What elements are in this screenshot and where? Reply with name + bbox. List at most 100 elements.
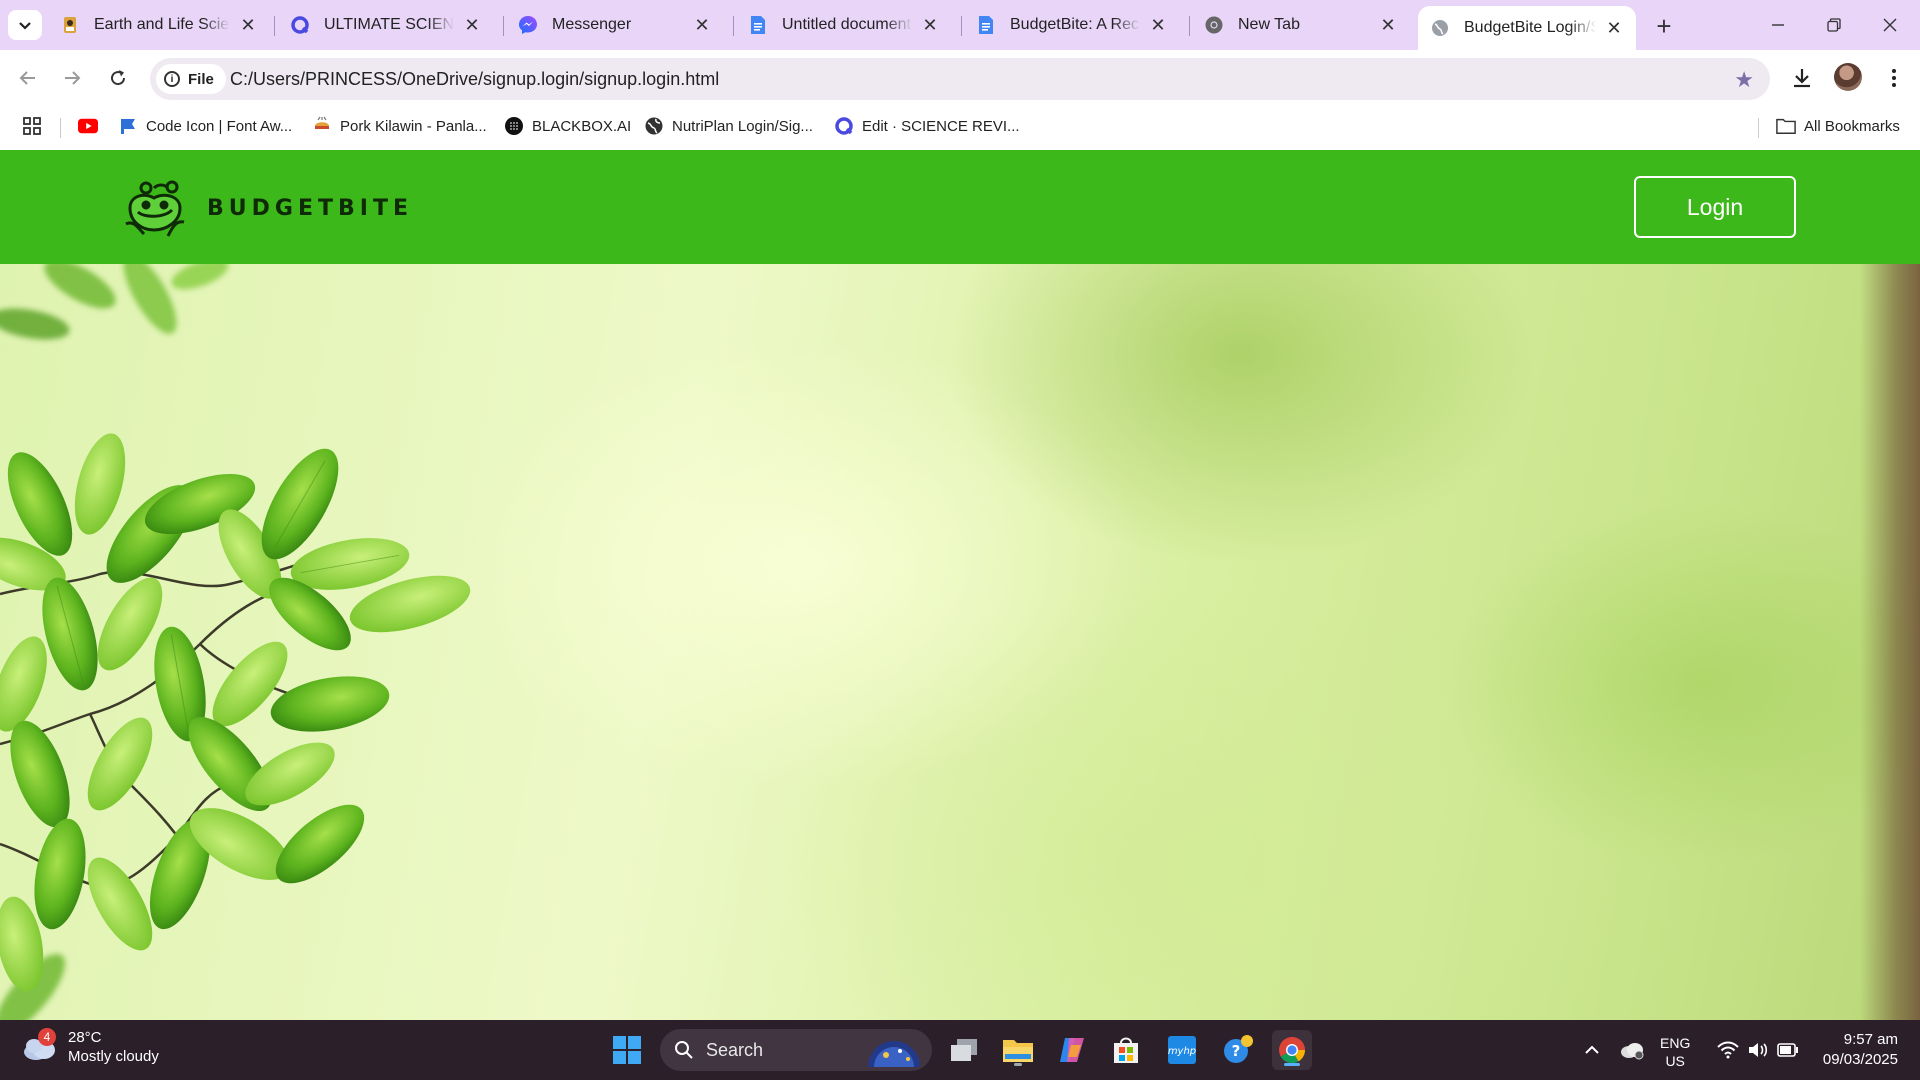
get-help-button[interactable]: ?	[1218, 1030, 1258, 1070]
address-bar[interactable]: i File C:/Users/PRINCESS/OneDrive/signup…	[150, 58, 1770, 100]
bookmark-label: Code Icon | Font Aw...	[146, 117, 293, 135]
close-tab-icon[interactable]: ✕	[238, 15, 258, 35]
onedrive-button[interactable]	[1614, 1030, 1650, 1070]
copilot-button[interactable]	[1052, 1030, 1092, 1070]
close-tab-icon[interactable]: ✕	[462, 15, 482, 35]
close-tab-icon[interactable]: ✕	[1604, 18, 1624, 38]
task-view-button[interactable]	[944, 1030, 984, 1070]
quick-settings-button[interactable]	[1708, 1030, 1808, 1070]
svg-text:myhp: myhp	[1168, 1046, 1196, 1057]
youtube-icon	[78, 116, 98, 136]
bookmark-pork-kilawin[interactable]: Pork Kilawin - Panla...	[312, 116, 487, 136]
bookmark-youtube[interactable]	[78, 116, 106, 136]
bookmark-nutriplan[interactable]: NutriPlan Login/Sig...	[644, 116, 813, 136]
brand-name: BUDGETBITE	[207, 196, 413, 221]
close-tab-icon[interactable]: ✕	[692, 15, 712, 35]
minimize-button[interactable]	[1758, 10, 1798, 40]
language-line2: US	[1665, 1053, 1685, 1069]
language-indicator[interactable]: ENG US	[1660, 1034, 1690, 1070]
bookmark-label: BLACKBOX.AI	[532, 117, 632, 135]
site-info-chip[interactable]: i File	[156, 64, 226, 94]
reload-button[interactable]	[102, 62, 134, 94]
hero-background	[0, 264, 1920, 1020]
file-explorer-button[interactable]	[998, 1030, 1038, 1070]
tab-search-button[interactable]	[8, 10, 42, 40]
leaves-illustration	[0, 264, 471, 1020]
apps-button[interactable]	[22, 116, 42, 136]
weather-widget[interactable]: 4 28°C Mostly cloudy	[22, 1028, 159, 1066]
tab-messenger[interactable]: Messenger ✕	[506, 6, 724, 44]
weather-condition: Mostly cloudy	[68, 1048, 159, 1065]
url-text[interactable]: C:/Users/PRINCESS/OneDrive/signup.login/…	[230, 69, 719, 90]
microsoft-store-button[interactable]	[1106, 1030, 1146, 1070]
wifi-icon	[1717, 1041, 1739, 1059]
scheme-label: File	[188, 70, 214, 88]
menu-button[interactable]	[1878, 62, 1910, 94]
tab-earth-life-science[interactable]: Earth and Life Science ✕	[48, 6, 270, 44]
close-window-button[interactable]	[1870, 10, 1910, 40]
close-tab-icon[interactable]: ✕	[1378, 15, 1398, 35]
bookmarks-divider	[60, 118, 61, 138]
tab-title: Earth and Life Science	[94, 16, 230, 33]
quizizz-icon	[834, 116, 854, 136]
close-tab-icon[interactable]: ✕	[1148, 15, 1168, 35]
tab-ultimate-science[interactable]: ULTIMATE SCIENCE R ✕	[278, 6, 494, 44]
taskbar-search[interactable]: Search	[660, 1029, 932, 1071]
copilot-icon	[1060, 1038, 1084, 1062]
bookmarks-bar: Code Icon | Font Aw... Pork Kilawin - Pa…	[0, 106, 1920, 150]
tab-budgetbite-login[interactable]: BudgetBite Login/Sig ✕	[1418, 6, 1636, 50]
profile-avatar[interactable]	[1834, 63, 1862, 91]
downloads-button[interactable]	[1786, 62, 1818, 94]
weather-alert-badge: 4	[38, 1028, 56, 1046]
restore-button[interactable]	[1814, 10, 1854, 40]
reload-icon	[111, 70, 126, 86]
site-header: BUDGETBITE Login	[0, 150, 1920, 264]
clock-time: 9:57 am	[1843, 1031, 1898, 1048]
start-button[interactable]	[607, 1030, 647, 1070]
kebab-menu-icon	[1892, 69, 1896, 87]
tab-untitled-document[interactable]: Untitled document - ✕	[736, 6, 952, 44]
tab-title: BudgetBite: A Recipe	[1010, 16, 1140, 33]
download-icon	[1794, 69, 1810, 88]
help-icon: ?	[1224, 1035, 1253, 1063]
back-button[interactable]	[12, 62, 44, 94]
myhp-button[interactable]: myhp	[1162, 1030, 1202, 1070]
chrome-icon	[1279, 1037, 1306, 1064]
clock-date: 09/03/2025	[1822, 1051, 1898, 1068]
tab-divider	[274, 16, 275, 36]
bookmark-code-icon[interactable]: Code Icon | Font Aw...	[118, 116, 292, 136]
tab-title: New Tab	[1238, 16, 1300, 33]
recipe-icon	[312, 116, 332, 136]
chrome-taskbar-button[interactable]	[1272, 1030, 1312, 1070]
system-clock[interactable]: 9:57 am 09/03/2025	[1823, 1030, 1898, 1070]
battery-icon	[1777, 1043, 1798, 1057]
tab-budgetbite-recipe[interactable]: BudgetBite: A Recipe ✕	[964, 6, 1180, 44]
forward-button[interactable]	[56, 62, 88, 94]
close-tab-icon[interactable]: ✕	[920, 15, 940, 35]
bookmarks-divider	[1758, 118, 1759, 138]
quizizz-favicon-icon	[290, 15, 310, 35]
tree-trunk-image	[1860, 264, 1920, 1020]
folder-app-icon	[1003, 1040, 1033, 1062]
tab-title: ULTIMATE SCIENCE R	[324, 16, 454, 33]
folder-icon	[1776, 116, 1796, 136]
all-bookmarks-button[interactable]: All Bookmarks	[1776, 116, 1900, 136]
login-button[interactable]: Login	[1634, 176, 1796, 238]
tab-title: BudgetBite Login/Sig	[1464, 19, 1596, 36]
tab-new-tab[interactable]: New Tab ✕	[1192, 6, 1410, 44]
tab-title: Untitled document -	[782, 16, 912, 33]
bookmark-star-icon[interactable]: ★	[1734, 67, 1754, 93]
blackbox-icon	[504, 116, 524, 136]
bookmark-science-review[interactable]: Edit · SCIENCE REVI...	[834, 116, 1020, 136]
arrow-left-icon	[19, 71, 35, 85]
windows-taskbar: 4 28°C Mostly cloudy Search myhp ? ENG U…	[0, 1020, 1920, 1080]
plus-icon: +	[1656, 10, 1672, 41]
myhp-icon: myhp	[1168, 1036, 1196, 1064]
new-tab-button[interactable]: +	[1650, 10, 1678, 41]
bookmark-blackbox[interactable]: BLACKBOX.AI	[504, 116, 631, 136]
app-active-indicator	[1284, 1063, 1300, 1066]
book-favicon-icon	[60, 15, 80, 35]
browser-toolbar: i File C:/Users/PRINCESS/OneDrive/signup…	[0, 50, 1920, 106]
tab-strip: Earth and Life Science ✕ ULTIMATE SCIENC…	[0, 0, 1920, 50]
show-hidden-icons-button[interactable]	[1574, 1030, 1610, 1070]
